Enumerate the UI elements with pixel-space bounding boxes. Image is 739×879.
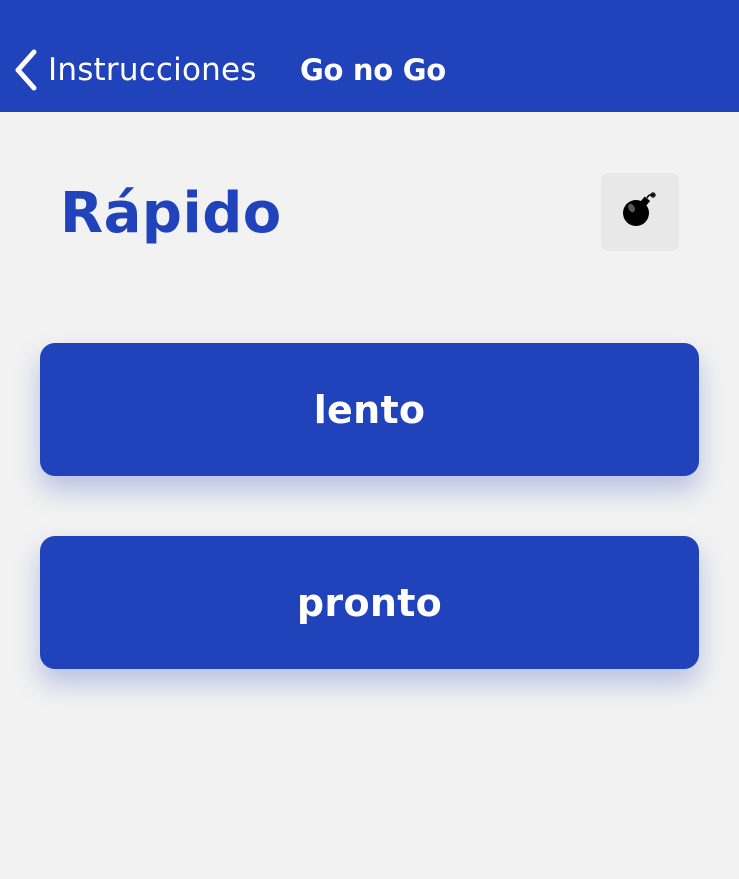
option-label: pronto xyxy=(296,580,443,625)
bomb-icon xyxy=(620,190,660,235)
navigation-bar: Instrucciones Go no Go xyxy=(0,0,739,112)
app-screen: Instrucciones Go no Go Rápido lento pron… xyxy=(0,0,739,879)
option-button-lento[interactable]: lento xyxy=(40,343,699,476)
option-button-pronto[interactable]: pronto xyxy=(40,536,699,669)
navigation-title: Go no Go xyxy=(300,53,446,87)
bomb-button[interactable] xyxy=(601,173,679,251)
back-button-label: Instrucciones xyxy=(48,52,257,88)
chevron-left-icon xyxy=(12,48,40,92)
option-label: lento xyxy=(313,387,426,432)
back-button[interactable]: Instrucciones xyxy=(12,44,257,96)
page-heading: Rápido xyxy=(60,181,282,246)
